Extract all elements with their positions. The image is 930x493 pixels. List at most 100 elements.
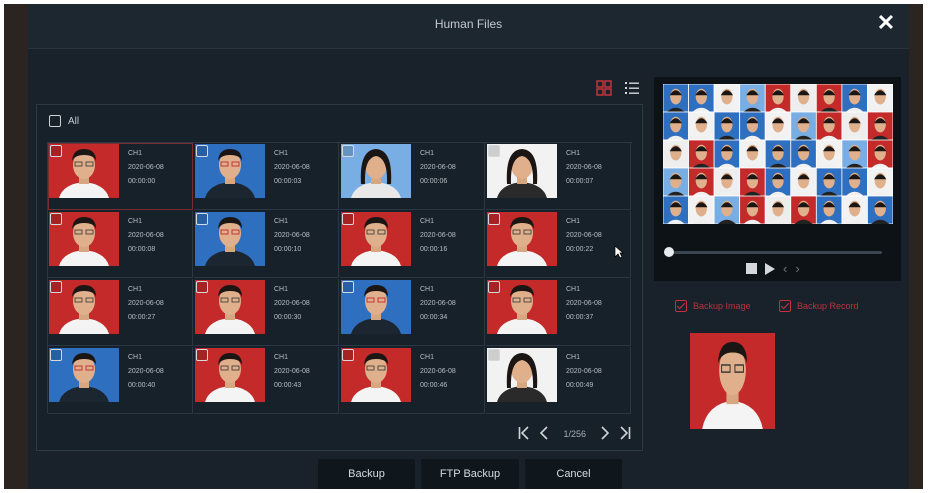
tile-checkbox[interactable] [488, 281, 500, 293]
playback-controls: ‹ › [746, 261, 800, 276]
tile-metadata: CH1 2020-06-08 00:00:40 [128, 351, 164, 393]
face-tile[interactable]: CH1 2020-06-08 00:00:08 [48, 211, 193, 278]
tile-metadata: CH1 2020-06-08 00:00:10 [274, 215, 310, 257]
next-page-icon[interactable] [598, 425, 612, 443]
close-icon[interactable]: ✕ [873, 10, 899, 36]
tile-date: 2020-06-08 [420, 164, 456, 171]
tile-date: 2020-06-08 [566, 164, 602, 171]
tile-date: 2020-06-08 [566, 232, 602, 239]
tile-metadata: CH1 2020-06-08 00:00:49 [566, 351, 602, 393]
face-tile[interactable]: CH1 2020-06-08 00:00:43 [194, 347, 339, 414]
tile-checkbox[interactable] [342, 213, 354, 225]
face-tile[interactable]: CH1 2020-06-08 00:00:46 [340, 347, 485, 414]
face-tile[interactable]: CH1 2020-06-08 00:00:27 [48, 279, 193, 346]
tile-checkbox[interactable] [342, 349, 354, 361]
tile-channel: CH1 [420, 218, 435, 225]
tile-checkbox[interactable] [50, 349, 62, 361]
tile-time: 00:00:30 [274, 314, 302, 321]
tile-time: 00:00:46 [420, 382, 448, 389]
face-tile[interactable]: CH1 2020-06-08 00:00:22 [486, 211, 631, 278]
next-frame-icon[interactable]: › [795, 261, 799, 276]
list-view-icon[interactable] [624, 80, 640, 96]
tile-checkbox[interactable] [488, 145, 500, 157]
tile-checkbox[interactable] [342, 145, 354, 157]
face-file-grid-panel: All CH1 2020-06-08 00:00:00 CH1 2020-06-08 00… [36, 104, 643, 451]
tile-time: 00:00:07 [566, 178, 594, 185]
tile-time: 00:00:43 [274, 382, 302, 389]
tile-date: 2020-06-08 [420, 232, 456, 239]
tile-date: 2020-06-08 [420, 368, 456, 375]
backup-button[interactable]: Backup [318, 459, 415, 489]
tile-checkbox[interactable] [342, 281, 354, 293]
select-all-checkbox[interactable] [49, 115, 61, 127]
cancel-button[interactable]: Cancel [525, 459, 622, 489]
stop-icon[interactable] [746, 263, 757, 274]
face-tile[interactable]: CH1 2020-06-08 00:00:34 [340, 279, 485, 346]
tile-checkbox[interactable] [50, 145, 62, 157]
tile-time: 00:00:03 [274, 178, 302, 185]
tile-channel: CH1 [274, 354, 289, 361]
tile-time: 00:00:16 [420, 246, 448, 253]
tile-channel: CH1 [128, 354, 143, 361]
tile-checkbox[interactable] [196, 349, 208, 361]
tile-metadata: CH1 2020-06-08 00:00:46 [420, 351, 456, 393]
first-page-icon[interactable] [517, 425, 531, 443]
video-preview-panel: ‹ › [654, 77, 901, 281]
face-tile[interactable]: CH1 2020-06-08 00:00:30 [194, 279, 339, 346]
pagination: 1/256 [517, 424, 632, 444]
tile-channel: CH1 [420, 286, 435, 293]
tile-checkbox[interactable] [488, 213, 500, 225]
face-tile[interactable]: CH1 2020-06-08 00:00:06 [340, 143, 485, 210]
ftp-backup-button[interactable]: FTP Backup [421, 459, 519, 489]
face-tile[interactable]: CH1 2020-06-08 00:00:00 [48, 143, 193, 210]
tile-metadata: CH1 2020-06-08 00:00:27 [128, 283, 164, 325]
tile-checkbox[interactable] [488, 349, 500, 361]
face-tile[interactable]: CH1 2020-06-08 00:00:49 [486, 347, 631, 414]
prev-page-icon[interactable] [537, 425, 551, 443]
tile-metadata: CH1 2020-06-08 00:00:06 [420, 147, 456, 189]
tile-checkbox[interactable] [196, 281, 208, 293]
tile-checkbox[interactable] [196, 145, 208, 157]
playback-slider[interactable] [664, 247, 882, 257]
tile-metadata: CH1 2020-06-08 00:00:34 [420, 283, 456, 325]
face-tile[interactable]: CH1 2020-06-08 00:00:16 [340, 211, 485, 278]
face-tile[interactable]: CH1 2020-06-08 00:00:07 [486, 143, 631, 210]
grid-view-icon[interactable] [596, 80, 612, 96]
tile-channel: CH1 [274, 286, 289, 293]
face-tile[interactable]: CH1 2020-06-08 00:00:03 [194, 143, 339, 210]
tile-date: 2020-06-08 [274, 300, 310, 307]
backup-record-option[interactable]: Backup Record [779, 300, 859, 312]
backup-record-checkbox[interactable] [779, 300, 791, 312]
playback-slider-knob[interactable] [664, 247, 674, 257]
play-icon[interactable] [765, 262, 775, 275]
tile-time: 00:00:49 [566, 382, 594, 389]
tile-date: 2020-06-08 [274, 232, 310, 239]
select-all-label: All [68, 115, 80, 127]
last-page-icon[interactable] [618, 425, 632, 443]
title-bar: Human Files ✕ [28, 4, 909, 49]
tile-metadata: CH1 2020-06-08 00:00:07 [566, 147, 602, 189]
backup-image-label: Backup Image [693, 301, 751, 311]
tile-checkbox[interactable] [50, 213, 62, 225]
select-all[interactable]: All [49, 113, 79, 129]
tile-channel: CH1 [274, 150, 289, 157]
tile-channel: CH1 [128, 218, 143, 225]
tile-time: 00:00:22 [566, 246, 594, 253]
tile-checkbox[interactable] [196, 213, 208, 225]
backup-image-checkbox[interactable] [675, 300, 687, 312]
tile-checkbox[interactable] [50, 281, 62, 293]
tile-date: 2020-06-08 [128, 368, 164, 375]
face-tile[interactable]: CH1 2020-06-08 00:00:37 [486, 279, 631, 346]
tile-time: 00:00:00 [128, 178, 156, 185]
tile-metadata: CH1 2020-06-08 00:00:30 [274, 283, 310, 325]
prev-frame-icon[interactable]: ‹ [783, 261, 787, 276]
face-tile[interactable]: CH1 2020-06-08 00:00:40 [48, 347, 193, 414]
tile-channel: CH1 [274, 218, 289, 225]
selected-face-image [690, 333, 775, 429]
tile-time: 00:00:27 [128, 314, 156, 321]
face-tile[interactable]: CH1 2020-06-08 00:00:10 [194, 211, 339, 278]
tile-channel: CH1 [566, 150, 581, 157]
tile-time: 00:00:06 [420, 178, 448, 185]
backup-image-option[interactable]: Backup Image [675, 300, 751, 312]
tile-channel: CH1 [566, 286, 581, 293]
